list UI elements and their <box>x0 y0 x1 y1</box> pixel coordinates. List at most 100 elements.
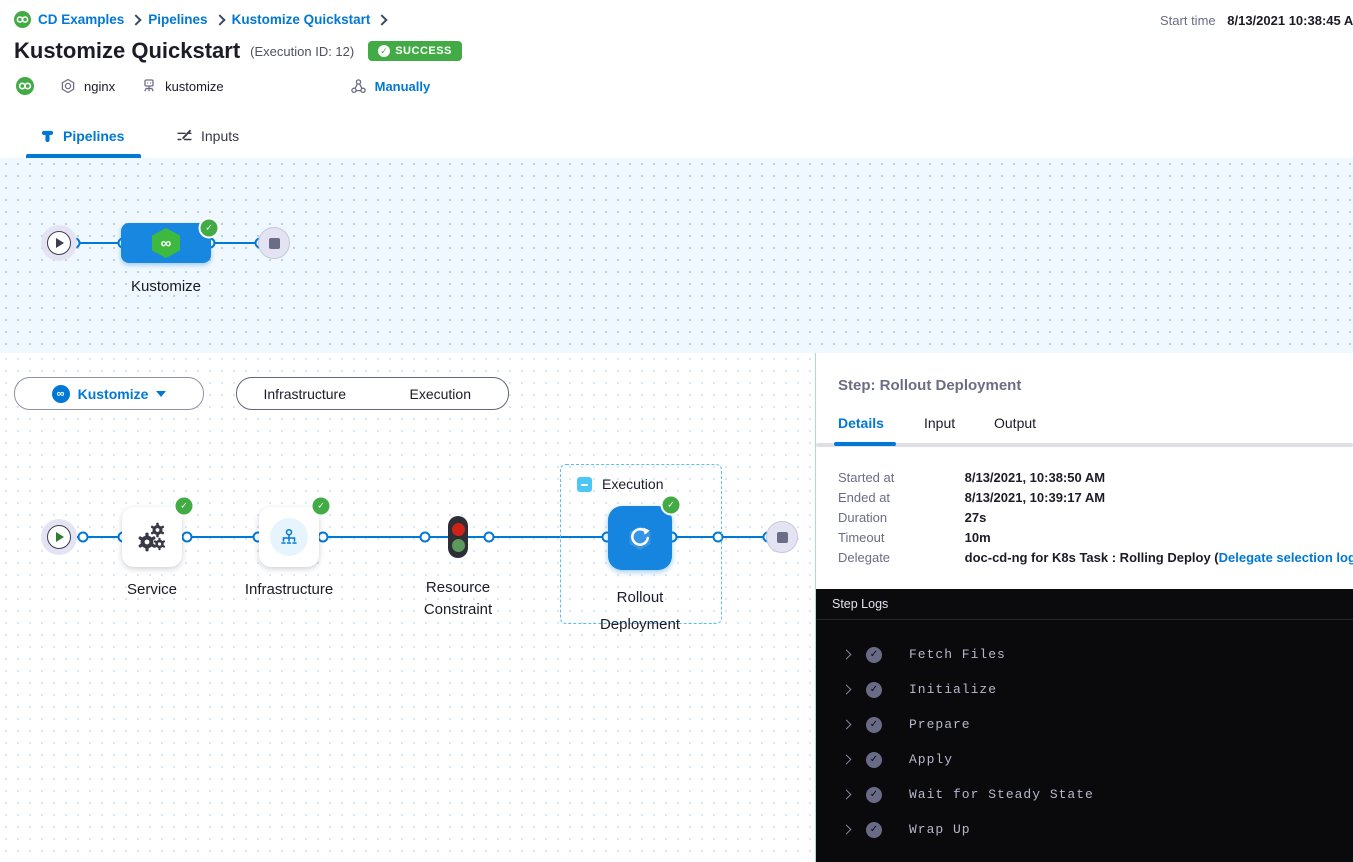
log-section-row[interactable]: Wait for Steady State <box>816 777 1353 812</box>
start-time: Start time 8/13/2021 10:38:45 AM <box>1160 13 1353 28</box>
resource-constraint-icon[interactable] <box>448 516 468 558</box>
pipelines-icon <box>40 129 55 144</box>
log-section-label: Apply <box>909 752 953 767</box>
trigger-meta[interactable]: Manually <box>350 78 431 95</box>
view-toggle: Infrastructure Execution <box>236 377 509 410</box>
log-section-row[interactable]: Initialize <box>816 672 1353 707</box>
environment-icon <box>141 78 157 94</box>
chevron-right-icon <box>377 14 388 25</box>
service-icon <box>60 78 76 94</box>
step-logs-header: Step Logs <box>816 589 1353 620</box>
start-time-label: Start time <box>1160 13 1216 28</box>
stage-label[interactable]: Kustomize <box>131 278 201 295</box>
detail-value: 8/13/2021, 10:38:50 AM <box>965 470 1105 485</box>
play-icon <box>47 525 71 549</box>
toggle-infrastructure[interactable]: Infrastructure <box>237 386 373 402</box>
service-meta: nginx <box>60 78 115 94</box>
step-node-rollout-deployment[interactable] <box>608 506 672 570</box>
stage-node-kustomize[interactable]: ∞ <box>121 223 211 263</box>
connector-point <box>484 532 495 543</box>
log-section-row[interactable]: Apply <box>816 742 1353 777</box>
inputs-icon <box>176 128 193 145</box>
detail-row-delegate: Delegate doc-cd-ng for K8s Task : Rollin… <box>838 550 1353 565</box>
step-label-service[interactable]: Service <box>127 581 177 598</box>
stage-selector-label: Kustomize <box>78 386 149 402</box>
success-check-icon <box>311 496 332 517</box>
delegate-selection-logs-link[interactable]: Delegate selection logs <box>1219 550 1353 565</box>
active-tab-underline <box>834 442 896 446</box>
success-check-icon <box>174 496 195 517</box>
cd-module-icon <box>14 11 31 28</box>
rollout-icon <box>624 522 656 554</box>
log-section-label: Wait for Steady State <box>909 787 1094 802</box>
step-details-panel: Step: Rollout Deployment Details Input O… <box>816 353 1353 862</box>
step-node-infrastructure[interactable] <box>259 507 319 567</box>
detail-row: Duration 27s <box>838 510 986 525</box>
chevron-down-icon <box>156 391 166 397</box>
chevron-right-icon <box>842 650 852 660</box>
log-section-label: Prepare <box>909 717 971 732</box>
tab-output[interactable]: Output <box>994 415 1036 431</box>
breadcrumb-item-pipelines[interactable]: Pipelines <box>148 12 207 27</box>
check-icon <box>866 822 882 838</box>
breadcrumb-item-kustomize-quickstart[interactable]: Kustomize Quickstart <box>232 12 371 27</box>
log-section-label: Initialize <box>909 682 997 697</box>
infrastructure-icon <box>270 518 308 556</box>
chevron-right-icon <box>842 755 852 765</box>
service-name: nginx <box>84 79 115 94</box>
trigger-icon <box>350 78 367 95</box>
execution-end-node <box>766 521 798 553</box>
check-icon <box>866 682 882 698</box>
check-icon <box>378 45 390 57</box>
service-gears-icon <box>134 519 170 555</box>
connector-point <box>420 532 431 543</box>
step-logs-title: Step Logs <box>832 597 888 611</box>
tab-details[interactable]: Details <box>838 415 884 431</box>
step-logs-panel: Step Logs Fetch Files Initialize Prepare… <box>816 589 1353 862</box>
step-label-resource-constraint[interactable]: Resource Constraint <box>408 577 508 621</box>
chevron-right-icon <box>131 14 142 25</box>
detail-value: 8/13/2021, 10:39:17 AM <box>965 490 1105 505</box>
main-tab-bar: Pipelines Inputs <box>0 115 1353 159</box>
cd-module-icon <box>16 77 34 95</box>
tab-pipelines[interactable]: Pipelines <box>40 115 124 157</box>
execution-start-node[interactable] <box>41 519 77 555</box>
status-badge: SUCCESS <box>368 41 462 61</box>
step-label-rollout-deployment[interactable]: Rollout Deployment <box>580 584 700 638</box>
log-section-label: Wrap Up <box>909 822 971 837</box>
execution-graph-canvas: ∞ Kustomize Infrastructure Execution <box>0 353 816 862</box>
log-section-row[interactable]: Fetch Files <box>816 637 1353 672</box>
stage-selector-dropdown[interactable]: ∞ Kustomize <box>14 377 204 410</box>
detail-label: Started at <box>838 470 961 485</box>
detail-value: 10m <box>965 530 991 545</box>
detail-row: Timeout 10m <box>838 530 991 545</box>
step-node-service[interactable] <box>122 507 182 567</box>
breadcrumb-item-cd-examples[interactable]: CD Examples <box>38 12 124 27</box>
log-section-label: Fetch Files <box>909 647 1006 662</box>
stop-icon <box>777 532 788 543</box>
execution-group-label: Execution <box>602 476 663 492</box>
execution-id: (Execution ID: 12) <box>250 44 354 59</box>
tab-input[interactable]: Input <box>924 415 955 431</box>
tab-track <box>816 443 1353 447</box>
title-row: Kustomize Quickstart (Execution ID: 12) … <box>14 38 462 64</box>
log-section-row[interactable]: Prepare <box>816 707 1353 742</box>
success-check-icon <box>199 218 220 239</box>
collapse-group-icon[interactable] <box>577 477 592 492</box>
delegate-value: doc-cd-ng for K8s Task : Rolling Deploy … <box>965 550 1219 565</box>
pipeline-start-node[interactable] <box>41 225 77 261</box>
check-icon <box>866 752 882 768</box>
toggle-execution[interactable]: Execution <box>373 386 509 402</box>
detail-row: Started at 8/13/2021, 10:38:50 AM <box>838 470 1105 485</box>
check-icon <box>866 787 882 803</box>
detail-label: Timeout <box>838 530 961 545</box>
detail-row: Ended at 8/13/2021, 10:39:17 AM <box>838 490 1105 505</box>
connector-point <box>318 532 329 543</box>
tab-pipelines-label: Pipelines <box>63 128 124 144</box>
log-section-row[interactable]: Wrap Up <box>816 812 1353 847</box>
connector-point <box>78 532 89 543</box>
tab-inputs[interactable]: Inputs <box>176 115 239 157</box>
environment-meta: kustomize <box>141 78 224 94</box>
step-label-infrastructure[interactable]: Infrastructure <box>245 581 333 598</box>
chevron-right-icon <box>842 790 852 800</box>
